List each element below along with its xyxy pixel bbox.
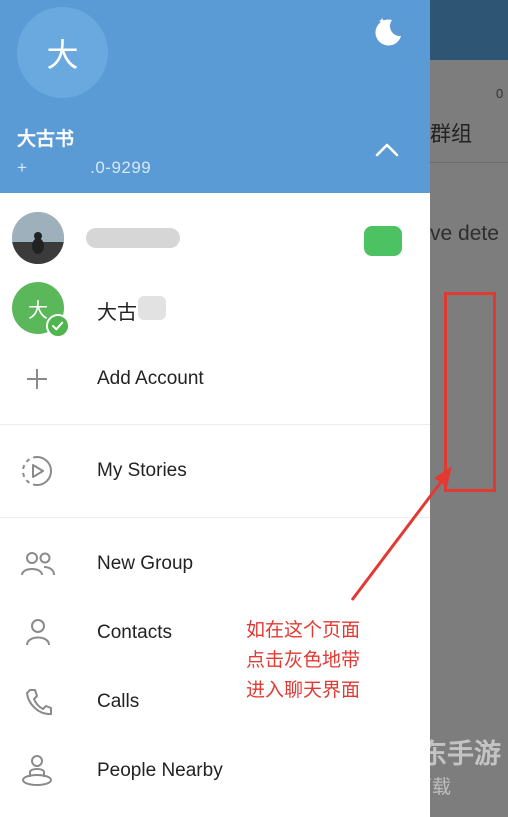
annotation-text: 如在这个页面 点击灰色地带 进入聊天界面 — [246, 616, 360, 706]
annotation-line2: 点击灰色地带 — [246, 650, 361, 671]
annotation-line1: 如在这个页面 — [246, 620, 361, 641]
annotation-line3: 进入聊天界面 — [246, 680, 361, 701]
